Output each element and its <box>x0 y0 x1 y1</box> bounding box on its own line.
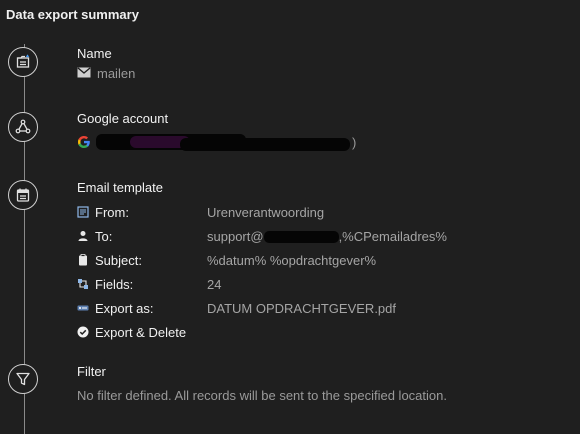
email-row-fields: Fields: 24 <box>77 275 557 293</box>
email-row-export: Export as: DATUM OPDRACHTGEVER.pdf <box>77 299 557 317</box>
check-circle-icon <box>77 326 89 338</box>
email-row-from: From: Urenverantwoording <box>77 203 557 221</box>
filter-icon <box>8 364 38 394</box>
fields-icon <box>77 278 89 290</box>
mail-icon <box>77 66 91 81</box>
section-title-email: Email template <box>77 180 163 195</box>
export-icon <box>77 302 89 314</box>
section-title-google: Google account <box>77 111 169 126</box>
name-value: mailen <box>77 66 135 81</box>
document-icon <box>77 206 89 218</box>
email-row-subject: Subject: %datum% %opdrachtgever% <box>77 251 557 269</box>
redaction-overlay <box>180 138 350 151</box>
google-logo-icon <box>77 135 91 149</box>
section-title-filter: Filter <box>77 364 106 379</box>
person-icon <box>77 230 89 242</box>
account-value-tail: ) <box>352 135 357 150</box>
page-title: Data export summary <box>6 7 139 22</box>
email-row-to: To: support@ ,%CPemailadres% <box>77 227 557 245</box>
redacted-recipient <box>263 231 339 244</box>
email-row-export-delete: Export & Delete <box>77 323 557 341</box>
calendar-template-icon <box>8 180 38 210</box>
filter-description: No filter defined. All records will be s… <box>77 388 447 403</box>
share-nodes-icon <box>8 112 38 142</box>
file-upload-icon <box>8 47 38 77</box>
clipboard-icon <box>77 254 89 266</box>
section-title-name: Name <box>77 46 112 61</box>
